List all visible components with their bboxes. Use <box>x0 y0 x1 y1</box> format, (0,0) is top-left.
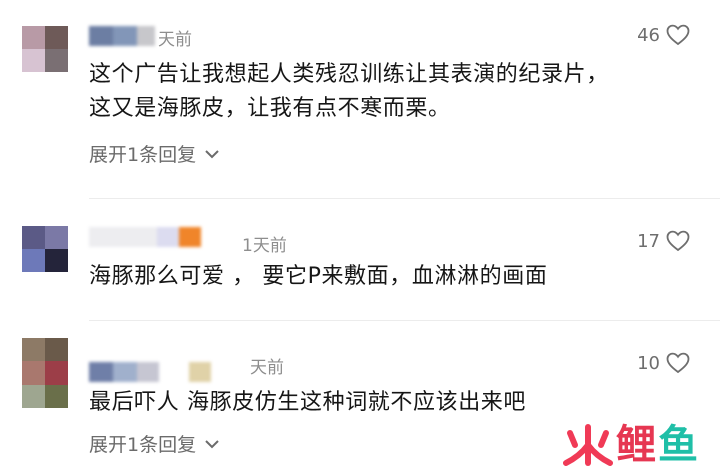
chevron-down-icon <box>205 439 219 448</box>
comment-time: 天前 <box>250 358 284 378</box>
expand-replies-label: 展开1条回复 <box>89 144 197 166</box>
comment-time: 1天前 <box>242 236 287 256</box>
fire-icon <box>563 424 613 466</box>
heart-outline-icon <box>666 352 690 374</box>
watermark-logo: 鲤 鱼 <box>562 423 698 467</box>
username-redacted[interactable] <box>89 362 211 382</box>
comment-time: 天前 <box>158 30 192 50</box>
comment-line: 这又是海豚皮，让我有点不寒而栗。 <box>89 96 451 121</box>
chevron-down-icon <box>205 149 219 158</box>
expand-replies-label: 展开1条回复 <box>89 434 197 456</box>
expand-replies-button[interactable]: 展开1条回复 <box>89 430 220 457</box>
like-count: 17 <box>637 230 660 252</box>
comment-line: 最后吓人 海豚皮仿生这种词就不应该出来吧 <box>89 390 526 415</box>
expand-replies-button[interactable]: 展开1条回复 <box>89 140 220 167</box>
username-redacted[interactable] <box>89 227 201 247</box>
like-button[interactable]: 46 <box>637 24 690 46</box>
heart-outline-icon <box>666 230 690 252</box>
comment-text: 最后吓人 海豚皮仿生这种词就不应该出来吧 <box>89 386 526 420</box>
comment-item: 天前 46 这个广告让我想起人类残忍训练让其表演的纪录片， 这又是海豚皮，让我有… <box>0 0 720 190</box>
divider <box>89 320 720 321</box>
username-redacted[interactable] <box>89 26 155 46</box>
comment-item: 1天前 17 海豚那么可爱 ， 要它P来敷面，血淋淋的画面 <box>0 200 720 320</box>
avatar[interactable] <box>22 226 68 272</box>
watermark-char: 鲤 <box>616 422 656 468</box>
like-count: 46 <box>637 24 660 46</box>
divider <box>89 198 720 199</box>
comment-line: 海豚那么可爱 ， 要它P来敷面，血淋淋的画面 <box>89 264 548 289</box>
like-button[interactable]: 10 <box>637 352 690 374</box>
heart-outline-icon <box>666 24 690 46</box>
avatar[interactable] <box>22 26 68 72</box>
comment-line: 这个广告让我想起人类残忍训练让其表演的纪录片， <box>89 62 609 87</box>
like-button[interactable]: 17 <box>637 230 690 252</box>
like-count: 10 <box>637 352 660 374</box>
comment-text: 这个广告让我想起人类残忍训练让其表演的纪录片， 这又是海豚皮，让我有点不寒而栗。 <box>89 58 609 126</box>
watermark-char: 鱼 <box>658 422 698 468</box>
avatar[interactable] <box>22 338 68 408</box>
comment-text: 海豚那么可爱 ， 要它P来敷面，血淋淋的画面 <box>89 260 547 294</box>
